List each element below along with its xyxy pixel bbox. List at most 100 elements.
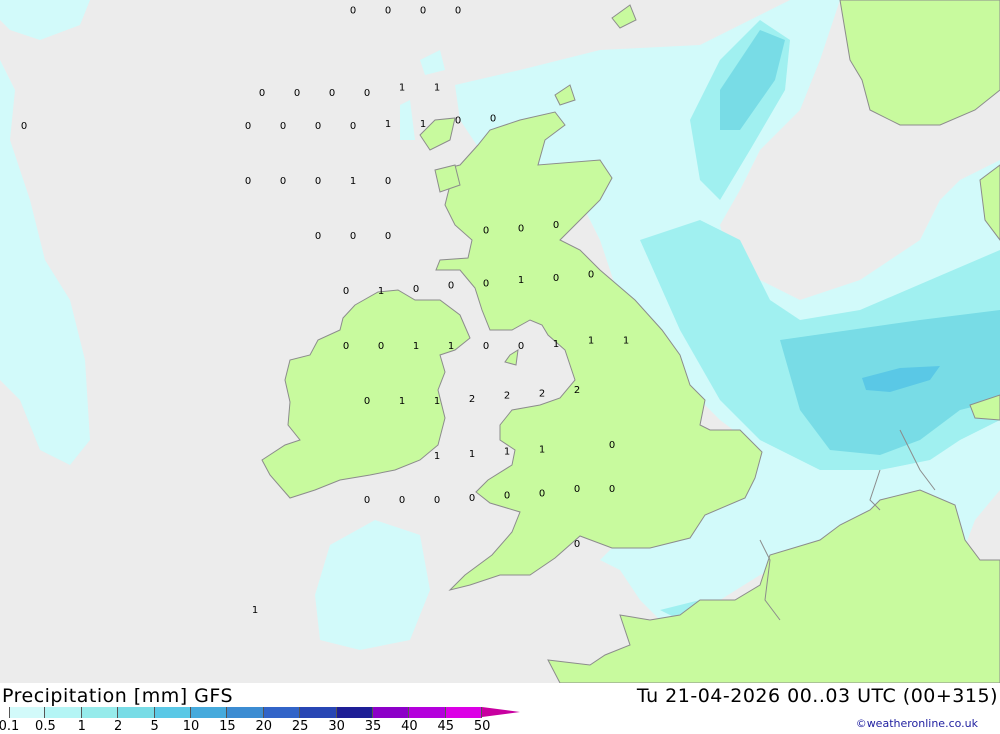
precip-value: 0 <box>518 341 524 352</box>
precip-value: 0 <box>385 176 391 187</box>
precip-value: 0 <box>364 495 370 506</box>
precip-value: 1 <box>378 286 384 297</box>
precip-value: 0 <box>483 226 489 237</box>
precipitation-map: 0 0 0 0 0 1 1 0 0 0 0 1 1 0 0 0 0 0 0 0 0 0 1 0 0 0 0 0 1 0 0 0 1 1 0 0 1 1 1 0… <box>0 0 1000 683</box>
precip-value: 1 <box>413 341 419 352</box>
run-info: Tu 21-04-2026 00..03 UTC (00+315) <box>636 685 998 707</box>
legend-arrow <box>482 707 521 717</box>
legend-label: 10 <box>182 719 200 734</box>
precip-value: 1 <box>252 605 258 616</box>
legend-swatch <box>300 707 337 718</box>
precip-value: 0 <box>280 176 286 187</box>
legend-swatch <box>9 707 46 718</box>
precip-value: 1 <box>539 444 545 455</box>
legend-swatch <box>336 707 373 718</box>
precip-value: 0 <box>343 286 349 297</box>
legend-label: 20 <box>255 719 273 734</box>
precip-value: 0 <box>329 88 335 99</box>
precip-value: 0 <box>483 341 489 352</box>
legend-swatch <box>227 707 264 718</box>
precip-value: 1 <box>469 449 475 460</box>
legend-swatch <box>372 707 410 718</box>
precip-value: 2 <box>539 388 545 399</box>
legend-swatch <box>118 707 155 718</box>
legend-label: 30 <box>328 719 345 734</box>
precip-value: 2 <box>469 394 475 405</box>
precip-value: 0 <box>294 88 300 99</box>
legend-swatch <box>445 707 483 718</box>
precip-value: 0 <box>434 495 440 506</box>
legend-swatch <box>409 707 446 718</box>
precip-value: 1 <box>420 119 426 130</box>
precip-value: 0 <box>385 231 391 242</box>
precip-value: 0 <box>343 341 349 352</box>
precip-value: 0 <box>588 270 594 281</box>
legend-label: 15 <box>219 719 236 734</box>
legend-label: 25 <box>291 719 309 734</box>
credit[interactable]: ©weatheronline.co.uk <box>856 717 978 730</box>
precip-value: 0 <box>483 278 489 289</box>
precip-value: 0 <box>364 396 370 407</box>
precip-value: 0 <box>448 281 454 292</box>
legend-swatch <box>190 707 228 718</box>
precip-value: 1 <box>434 83 440 94</box>
precip-value: 1 <box>434 396 440 407</box>
precip-value: 0 <box>553 220 559 231</box>
legend-swatch <box>81 707 119 718</box>
precip-value: 0 <box>280 121 286 132</box>
precip-value: 2 <box>504 391 510 402</box>
precip-value: 0 <box>21 121 27 132</box>
precip-value: 0 <box>553 273 559 284</box>
precip-value: 0 <box>315 121 321 132</box>
precip-value: 1 <box>434 451 440 462</box>
precip-value: 0 <box>350 6 356 17</box>
legend-label: 35 <box>364 719 382 734</box>
precip-value: 1 <box>399 396 405 407</box>
precip-value: 1 <box>350 176 356 187</box>
precip-value: 1 <box>385 119 391 130</box>
precip-value: 0 <box>364 88 370 99</box>
precip-value: 1 <box>588 336 594 347</box>
precip-value: 0 <box>574 484 580 495</box>
precip-value: 0 <box>315 176 321 187</box>
precip-value: 0 <box>609 440 615 451</box>
precip-value: 0 <box>490 113 496 124</box>
precip-value: 0 <box>469 493 475 504</box>
legend-label: 2 <box>114 719 123 734</box>
map-title: Precipitation [mm] GFS <box>2 685 234 707</box>
precip-value: 1 <box>623 336 629 347</box>
precip-value: 0 <box>245 176 251 187</box>
precip-value: 0 <box>350 121 356 132</box>
precip-value: 0 <box>413 284 419 295</box>
precip-value: 1 <box>518 275 524 286</box>
legend-label: 45 <box>437 719 455 734</box>
precip-value: 0 <box>385 6 391 17</box>
precip-value: 0 <box>378 341 384 352</box>
legend-swatch <box>45 707 82 718</box>
precip-value: 0 <box>420 6 426 17</box>
precip-value: 1 <box>553 339 559 350</box>
precip-value: 2 <box>574 385 580 396</box>
precip-value: 0 <box>609 484 615 495</box>
legend-label: 1 <box>77 719 86 734</box>
legend-label: 40 <box>401 719 418 734</box>
precip-value: 1 <box>448 341 454 352</box>
footer: Precipitation [mm] GFS Tu 21-04-2026 00.… <box>0 683 1000 734</box>
precip-value: 0 <box>259 88 265 99</box>
legend-swatch <box>263 707 301 718</box>
precip-value: 0 <box>504 491 510 502</box>
precip-value: 0 <box>574 539 580 550</box>
precip-value: 0 <box>455 6 461 17</box>
precip-value: 1 <box>504 447 510 458</box>
precip-value: 0 <box>315 231 321 242</box>
legend-label: 50 <box>473 719 491 734</box>
legend-label: 0.1 <box>0 719 20 734</box>
precip-value: 0 <box>399 495 405 506</box>
precip-value: 0 <box>245 121 251 132</box>
legend-colorbar <box>9 707 521 718</box>
precip-value: 0 <box>350 231 356 242</box>
precip-value: 0 <box>539 488 545 499</box>
precip-value: 0 <box>518 223 524 234</box>
legend-swatch <box>154 707 191 718</box>
legend-label: 0.5 <box>35 719 56 734</box>
